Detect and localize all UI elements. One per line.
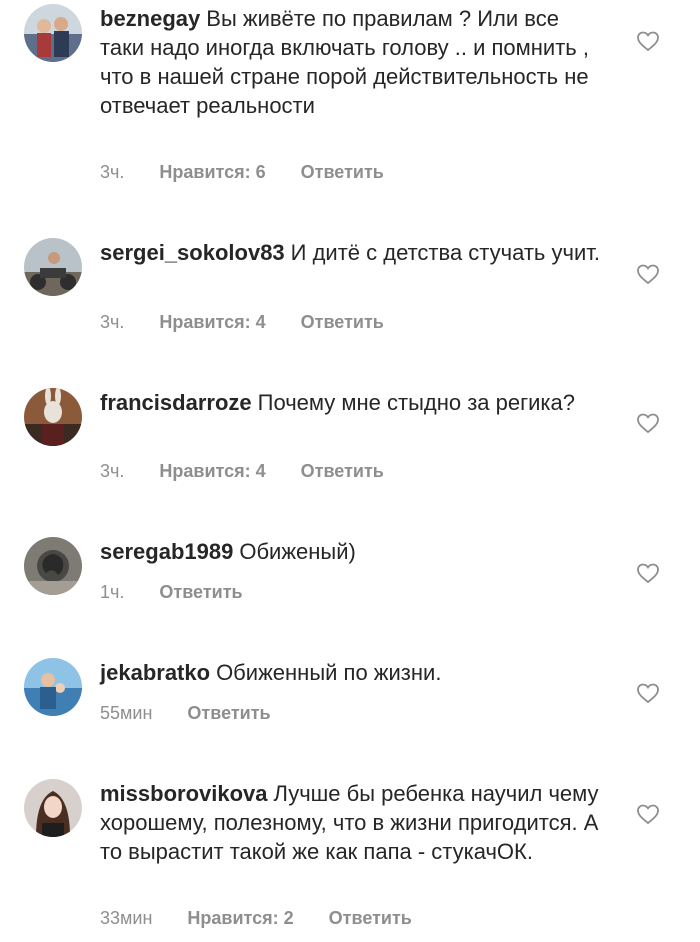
- heart-outline-icon[interactable]: [636, 802, 660, 826]
- reply-button[interactable]: Ответить: [159, 582, 242, 603]
- comment-meta: 33мин Нравится: 2 Ответить: [100, 908, 412, 929]
- heart-outline-icon[interactable]: [636, 411, 660, 435]
- comment-text-block: missborovikova Лучше бы ребенка научил че…: [100, 779, 600, 866]
- likes-count-link[interactable]: Нравится: 2: [187, 908, 293, 929]
- comment-meta: 55мин Ответить: [100, 703, 271, 724]
- avatar[interactable]: [24, 388, 82, 446]
- avatar[interactable]: [24, 4, 82, 62]
- comment-meta: 1ч. Ответить: [100, 582, 243, 603]
- comment-time: 1ч.: [100, 582, 125, 602]
- heart-outline-icon[interactable]: [636, 561, 660, 585]
- comment-text: Почему мне стыдно за регика?: [257, 390, 576, 415]
- comment-text-block: francisdarroze Почему мне стыдно за регик…: [100, 388, 600, 417]
- comment-text: Обиженый): [239, 539, 356, 564]
- comment-time: 3ч.: [100, 162, 125, 182]
- comment-time: 33мин: [100, 908, 153, 928]
- comment-meta: 3ч. Нравится: 4 Ответить: [100, 312, 384, 333]
- username-link[interactable]: jekabratko: [100, 660, 210, 685]
- reply-button[interactable]: Ответить: [301, 461, 384, 482]
- comment-text: Обиженный по жизни.: [216, 660, 442, 685]
- heart-outline-icon[interactable]: [636, 29, 660, 53]
- username-link[interactable]: seregab1989: [100, 539, 233, 564]
- likes-count-link[interactable]: Нравится: 6: [159, 162, 265, 183]
- comment-time: 3ч.: [100, 312, 125, 332]
- comment-text-block: beznegay Вы живёте по правилам ? Или все …: [100, 4, 600, 120]
- reply-button[interactable]: Ответить: [301, 312, 384, 333]
- comment-text-block: sergei_sokolov83 И дитё с детства стучать…: [100, 238, 600, 267]
- avatar[interactable]: [24, 238, 82, 296]
- comment-text-block: jekabratko Обиженный по жизни.: [100, 658, 600, 687]
- likes-count-link[interactable]: Нравится: 4: [159, 312, 265, 333]
- username-link[interactable]: missborovikova: [100, 781, 268, 806]
- heart-outline-icon[interactable]: [636, 262, 660, 286]
- comment-time: 55мин: [100, 703, 153, 723]
- reply-button[interactable]: Ответить: [301, 162, 384, 183]
- avatar[interactable]: [24, 779, 82, 837]
- username-link[interactable]: sergei_sokolov83: [100, 240, 285, 265]
- comment-text: И дитё с детства стучать учит.: [290, 240, 600, 265]
- comment-meta: 3ч. Нравится: 4 Ответить: [100, 461, 384, 482]
- avatar[interactable]: [24, 658, 82, 716]
- likes-count-link[interactable]: Нравится: 4: [159, 461, 265, 482]
- reply-button[interactable]: Ответить: [329, 908, 412, 929]
- comment-meta: 3ч. Нравится: 6 Ответить: [100, 162, 384, 183]
- comment-time: 3ч.: [100, 461, 125, 481]
- heart-outline-icon[interactable]: [636, 681, 660, 705]
- reply-button[interactable]: Ответить: [187, 703, 270, 724]
- comment-text-block: seregab1989 Обиженый): [100, 537, 600, 566]
- username-link[interactable]: francisdarroze: [100, 390, 252, 415]
- username-link[interactable]: beznegay: [100, 6, 200, 31]
- avatar[interactable]: [24, 537, 82, 595]
